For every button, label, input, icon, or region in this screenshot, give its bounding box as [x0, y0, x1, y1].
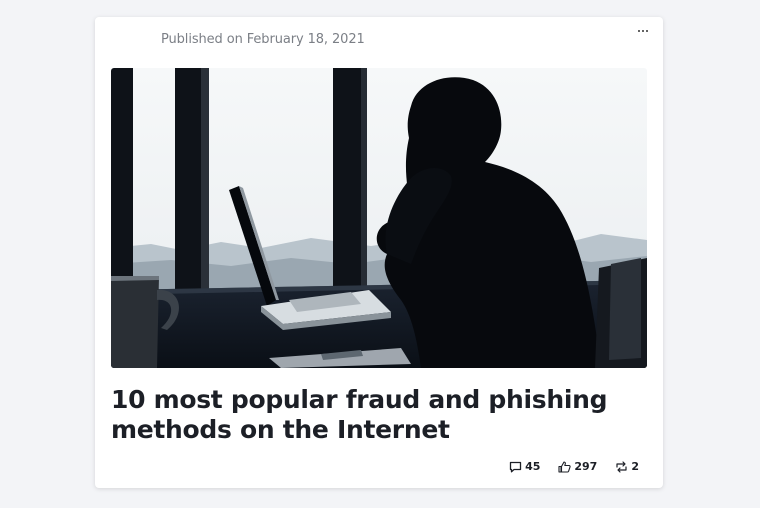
post-stats: 45 297 2 — [491, 460, 639, 473]
more-options-icon[interactable] — [635, 23, 651, 39]
comment-icon — [509, 461, 522, 472]
comments-stat[interactable]: 45 — [509, 460, 540, 473]
comments-count: 45 — [525, 460, 541, 473]
likes-stat[interactable]: 297 — [558, 460, 597, 473]
repost-icon — [616, 460, 627, 473]
post-card: Published on February 18, 2021 10 most p… — [95, 17, 663, 488]
reposts-count: 2 — [631, 460, 639, 473]
published-date: Published on February 18, 2021 — [161, 32, 365, 47]
post-title[interactable]: 10 most popular fraud and phishing metho… — [111, 385, 647, 445]
thumbs-up-icon — [558, 460, 572, 473]
post-image[interactable] — [111, 68, 647, 368]
reposts-stat[interactable]: 2 — [615, 460, 639, 473]
likes-count: 297 — [574, 460, 598, 473]
